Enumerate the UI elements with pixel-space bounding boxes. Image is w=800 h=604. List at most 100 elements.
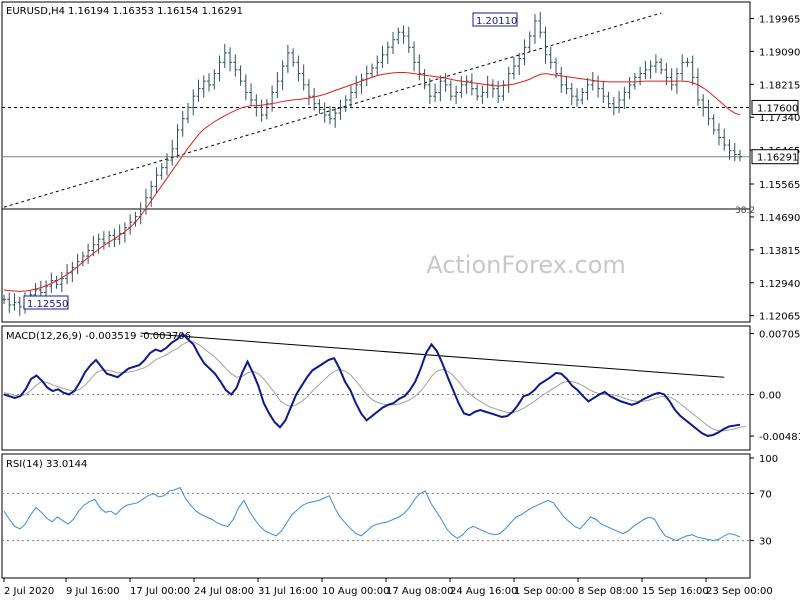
price-bar bbox=[175, 124, 180, 158]
rsi-layer bbox=[2, 486, 750, 542]
price-bar bbox=[475, 84, 480, 101]
x-tick-label: 15 Sep 16:00 bbox=[642, 586, 709, 597]
ohlc-label: 1.16194 1.16353 1.16154 1.16291 bbox=[68, 6, 243, 17]
price-bar bbox=[417, 54, 422, 81]
price-bar bbox=[480, 85, 485, 105]
price-bar bbox=[469, 73, 474, 96]
price-bar bbox=[680, 54, 685, 81]
price-bar bbox=[154, 167, 159, 194]
price-bar bbox=[722, 128, 727, 151]
macd-y-tick-label: -0.004818 bbox=[759, 432, 800, 443]
x-tick-label: 2 Jul 2020 bbox=[4, 586, 54, 597]
price-bar bbox=[364, 65, 369, 87]
x-tick-label: 24 Aug 16:00 bbox=[450, 586, 517, 597]
axis-layer: 1.199651.190901.182151.173401.164651.155… bbox=[3, 14, 800, 597]
price-bar bbox=[291, 48, 296, 67]
price-bar bbox=[380, 45, 385, 68]
x-tick-label: 8 Sep 08:00 bbox=[578, 586, 638, 597]
price-bar bbox=[201, 75, 206, 98]
price-bar bbox=[207, 73, 212, 92]
price-y-tick-label: 1.15565 bbox=[759, 180, 800, 191]
rsi-y-tick-label: 100 bbox=[759, 454, 778, 465]
price-bar bbox=[685, 57, 690, 67]
price-bar bbox=[159, 163, 164, 180]
price-bar bbox=[632, 72, 637, 90]
price-bar bbox=[617, 90, 622, 114]
macd-title: MACD(12,26,9) -0.003519 -0.003706 bbox=[6, 331, 191, 342]
price-bar bbox=[396, 27, 401, 45]
price-bar bbox=[327, 105, 332, 125]
price-bar bbox=[459, 75, 464, 99]
price-bar bbox=[559, 66, 564, 93]
price-bar bbox=[375, 55, 380, 76]
x-tick-label: 9 Jul 16:00 bbox=[66, 586, 120, 597]
price-bar bbox=[627, 76, 632, 100]
rsi-panel-frame bbox=[1, 453, 751, 579]
price-bar bbox=[596, 75, 601, 98]
price-bar bbox=[438, 75, 443, 102]
price-bar bbox=[17, 296, 22, 316]
price-bar bbox=[75, 253, 80, 275]
price-bar bbox=[580, 87, 585, 105]
price-bar bbox=[695, 68, 700, 106]
price-bar bbox=[59, 271, 64, 293]
price-bar bbox=[716, 123, 721, 146]
price-bar bbox=[86, 243, 91, 264]
x-tick-label: 23 Sep 00:00 bbox=[706, 586, 773, 597]
rsi-y-tick-label: 70 bbox=[759, 489, 772, 500]
price-bar bbox=[170, 139, 175, 166]
price-bar bbox=[306, 79, 311, 106]
price-bar bbox=[370, 63, 374, 79]
price-bar bbox=[511, 57, 516, 80]
price-bar bbox=[433, 83, 438, 102]
macd-signal-line bbox=[3, 341, 746, 432]
price-bar bbox=[690, 55, 695, 86]
price-bar bbox=[422, 69, 427, 90]
price-bar bbox=[606, 91, 611, 109]
price-bar bbox=[506, 66, 511, 93]
x-tick-label: 1 Sep 00:00 bbox=[514, 586, 574, 597]
price-bar bbox=[590, 72, 595, 91]
price-bar bbox=[611, 96, 616, 116]
price-bar bbox=[548, 46, 553, 70]
price-highlight-label: 1.16291 bbox=[757, 153, 798, 164]
price-bar bbox=[412, 41, 417, 72]
price-bar bbox=[212, 69, 217, 90]
price-bar bbox=[54, 275, 59, 289]
x-tick-label: 17 Jul 00:00 bbox=[130, 586, 190, 597]
watermark: ActionForex.com bbox=[426, 251, 626, 279]
price-bar bbox=[222, 43, 227, 68]
price-bar bbox=[391, 31, 396, 55]
price-bar bbox=[238, 65, 243, 86]
price-y-tick-label: 1.18215 bbox=[759, 80, 800, 91]
high-annotation: 1.20110 bbox=[472, 12, 518, 27]
price-bar bbox=[359, 73, 364, 94]
price-bar bbox=[569, 83, 574, 106]
price-bar bbox=[564, 75, 569, 95]
price-bar bbox=[464, 75, 469, 94]
price-bar bbox=[454, 85, 459, 105]
chart-svg: EURUSD,H4 1.16194 1.16353 1.16154 1.1629… bbox=[1, 1, 800, 597]
price-bar bbox=[2, 294, 6, 304]
price-bar bbox=[643, 60, 648, 80]
price-bar bbox=[107, 230, 112, 248]
price-bar bbox=[338, 99, 343, 120]
price-bar bbox=[653, 54, 658, 73]
price-bar bbox=[527, 31, 532, 52]
price-bar bbox=[7, 292, 12, 313]
price-bar bbox=[638, 66, 643, 86]
price-bar bbox=[738, 149, 742, 162]
low-annotation: 1.12550 bbox=[23, 295, 69, 310]
price-bar bbox=[496, 80, 501, 103]
price-bar bbox=[264, 99, 269, 120]
price-bar bbox=[585, 78, 590, 101]
price-bar bbox=[490, 79, 495, 98]
macd-panel-frame bbox=[1, 325, 751, 451]
price-bar bbox=[243, 74, 248, 101]
price-bar bbox=[706, 99, 711, 126]
macd-y-tick-label: 0.00 bbox=[759, 390, 781, 401]
price-bar bbox=[285, 45, 290, 73]
price-bar bbox=[348, 85, 353, 108]
fib-label: 38.2 bbox=[735, 206, 755, 216]
price-bar bbox=[575, 88, 580, 107]
